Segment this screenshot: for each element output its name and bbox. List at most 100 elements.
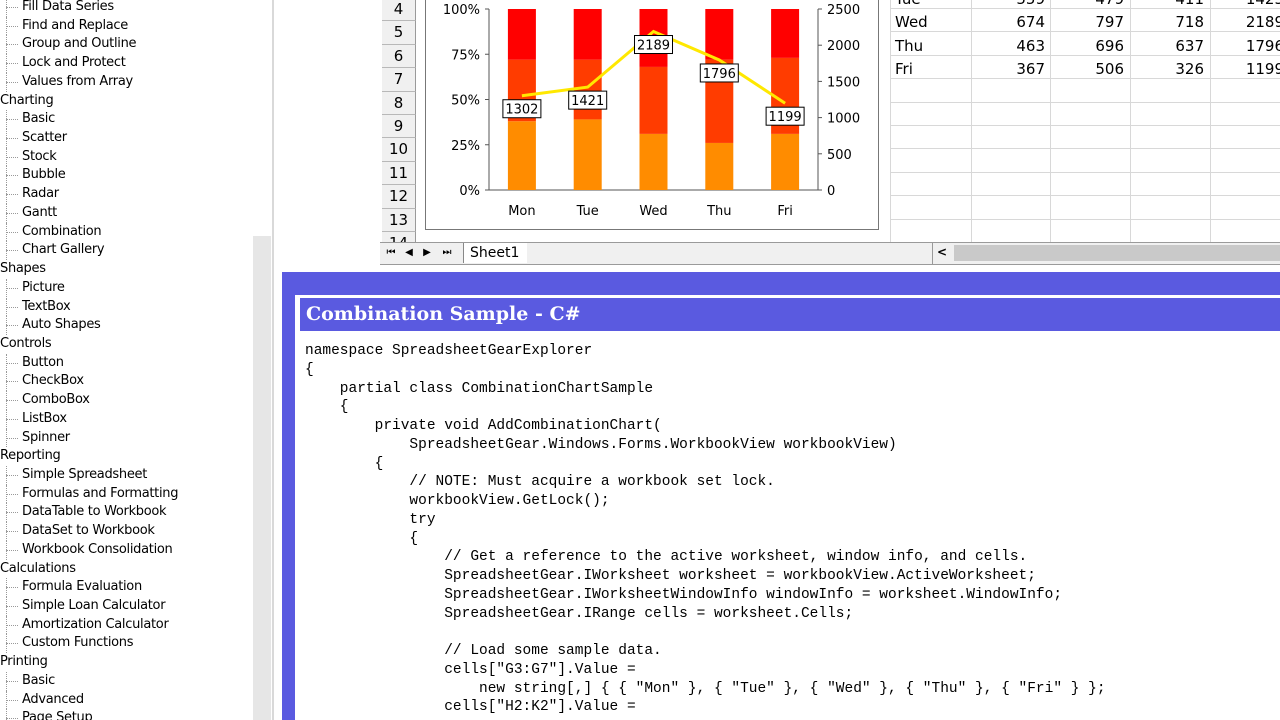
tree-item[interactable]: DataTable to Workbook bbox=[6, 503, 167, 522]
value-cell[interactable]: 637 bbox=[1134, 35, 1204, 57]
tree-item[interactable]: Basic bbox=[6, 110, 55, 129]
tree-item[interactable]: TextBox bbox=[6, 297, 71, 317]
value-cell[interactable]: 696 bbox=[1054, 35, 1124, 57]
tree-item[interactable]: DataSet to Workbook bbox=[6, 522, 155, 541]
grid-line bbox=[1210, 0, 1211, 242]
scroll-left-button[interactable]: < bbox=[937, 245, 947, 259]
code-line: new string[,] { { "Mon" }, { "Tue" }, { … bbox=[305, 680, 1106, 697]
tree-item[interactable]: Gantt bbox=[6, 203, 57, 223]
code-line: SpreadsheetGear.IWorksheet worksheet = w… bbox=[305, 568, 1036, 584]
tree-item[interactable]: Spinner bbox=[6, 428, 70, 448]
row-header[interactable]: 4 bbox=[382, 0, 416, 22]
tree-category[interactable]: Reporting bbox=[0, 447, 61, 466]
chart-canvas: 0% 25% 50% 75% 100% 0 500 1000 1500 2000 2500 Mon Tu… bbox=[443, 3, 860, 219]
bar-segment bbox=[705, 142, 734, 190]
tree-item[interactable]: ComboBox bbox=[6, 391, 90, 410]
row-header[interactable]: 10 bbox=[382, 138, 416, 162]
value-cell[interactable]: 1796 bbox=[1214, 35, 1280, 57]
row-header[interactable]: 9 bbox=[382, 115, 416, 139]
tree-item[interactable]: Lock and Protect bbox=[6, 54, 126, 73]
tree-item[interactable]: Formula Evaluation bbox=[6, 578, 142, 597]
tree-item[interactable]: Auto Shapes bbox=[6, 316, 101, 335]
y-tick-label-left: 100% bbox=[443, 3, 480, 18]
tree-category[interactable]: Calculations bbox=[0, 560, 76, 579]
x-tick-label: Thu bbox=[706, 204, 731, 219]
day-cell[interactable]: Tue bbox=[895, 0, 921, 10]
tree-category[interactable]: Controls bbox=[0, 335, 52, 354]
value-cell[interactable]: 367 bbox=[975, 58, 1045, 80]
day-cell[interactable]: Fri bbox=[895, 58, 913, 80]
first-sheet-button[interactable]: ⏮ bbox=[384, 245, 398, 261]
row-header[interactable]: 6 bbox=[382, 44, 416, 69]
bar-segment bbox=[573, 119, 602, 190]
tab-splitter[interactable] bbox=[932, 243, 933, 264]
row-header[interactable]: 13 bbox=[382, 208, 416, 232]
tree-item[interactable]: Values from Array bbox=[6, 72, 133, 92]
row-header[interactable]: 5 bbox=[382, 21, 416, 45]
tree-item[interactable]: Stock bbox=[6, 147, 57, 167]
value-cell[interactable]: 1425 bbox=[1214, 0, 1280, 10]
tree-item[interactable]: Combination bbox=[6, 222, 102, 242]
grid-line bbox=[1050, 0, 1051, 242]
last-sheet-button[interactable]: ⏭ bbox=[440, 245, 454, 261]
tree-item[interactable]: Chart Gallery bbox=[6, 241, 105, 260]
row-header[interactable]: 11 bbox=[382, 161, 416, 186]
tree-item[interactable]: Radar bbox=[6, 185, 59, 204]
tree-item[interactable]: Group and Outline bbox=[6, 35, 137, 54]
tree-scrollbar[interactable] bbox=[253, 236, 271, 720]
next-sheet-button[interactable]: ▶ bbox=[420, 245, 434, 261]
tree-item[interactable]: Picture bbox=[6, 278, 65, 298]
data-label: 1796 bbox=[703, 67, 736, 82]
tree-item[interactable]: Simple Spreadsheet bbox=[6, 466, 147, 485]
tree-category[interactable]: Charting bbox=[0, 92, 54, 111]
tree-item[interactable]: Scatter bbox=[6, 129, 67, 148]
row-header[interactable]: 12 bbox=[382, 185, 416, 209]
tree-item[interactable]: Fill Data Series bbox=[6, 0, 114, 17]
tree-item[interactable]: Workbook Consolidation bbox=[6, 540, 173, 560]
tree-item[interactable]: Button bbox=[6, 353, 64, 373]
prev-sheet-button[interactable]: ◀ bbox=[402, 245, 416, 261]
value-cell[interactable]: 797 bbox=[1054, 11, 1124, 33]
value-cell[interactable]: 1199 bbox=[1214, 58, 1280, 80]
tree-item[interactable]: CheckBox bbox=[6, 372, 84, 391]
code-title: Combination Sample - C# bbox=[300, 298, 1280, 331]
tree-item[interactable]: Page Setup bbox=[6, 709, 93, 720]
tree-item[interactable]: Advanced bbox=[6, 690, 84, 710]
value-cell[interactable]: 674 bbox=[975, 11, 1045, 33]
value-cell[interactable]: 506 bbox=[1054, 58, 1124, 80]
day-cell[interactable]: Thu bbox=[895, 35, 923, 57]
tree-item[interactable]: Custom Functions bbox=[6, 634, 134, 653]
bar-segment bbox=[639, 66, 668, 134]
tree-category[interactable]: Shapes bbox=[0, 260, 46, 279]
splitter[interactable] bbox=[272, 0, 274, 720]
tree-item[interactable]: Basic bbox=[6, 671, 55, 691]
value-cell[interactable]: 2189 bbox=[1214, 11, 1280, 33]
bar-segment bbox=[771, 9, 800, 58]
value-cell[interactable]: 479 bbox=[1054, 0, 1124, 10]
row-header[interactable]: 8 bbox=[382, 91, 416, 115]
value-cell[interactable]: 559 bbox=[975, 0, 1045, 10]
tree-item[interactable]: Formulas and Formatting bbox=[6, 484, 178, 504]
tree-item[interactable]: Find and Replace bbox=[6, 16, 128, 36]
code-line: // Get a reference to the active workshe… bbox=[305, 549, 1028, 566]
tree-item[interactable]: ListBox bbox=[6, 409, 67, 429]
day-cell[interactable]: Wed bbox=[895, 11, 928, 33]
bar-segment bbox=[507, 9, 536, 60]
code-line: SpreadsheetGear.IWorksheetWindowInfo win… bbox=[305, 586, 1063, 603]
code-listing: namespace SpreadsheetGearExplorer { parti… bbox=[305, 342, 1106, 717]
horizontal-scrollbar[interactable] bbox=[954, 245, 1280, 261]
grid-line bbox=[971, 0, 972, 242]
row-header[interactable]: 7 bbox=[382, 68, 416, 92]
value-cell[interactable]: 718 bbox=[1134, 11, 1204, 33]
code-line: workbookView.GetLock(); bbox=[305, 493, 610, 509]
tree-item[interactable]: Amortization Calculator bbox=[6, 615, 169, 635]
sheet-tab[interactable]: Sheet1 bbox=[463, 243, 528, 263]
grid-line bbox=[1130, 0, 1131, 242]
combination-chart[interactable]: 0% 25% 50% 75% 100% 0 500 1000 1500 2000 2500 Mon Tu… bbox=[425, 0, 879, 230]
tree-item[interactable]: Bubble bbox=[6, 166, 66, 185]
tree-category[interactable]: Printing bbox=[0, 653, 48, 672]
value-cell[interactable]: 326 bbox=[1134, 58, 1204, 80]
value-cell[interactable]: 411 bbox=[1134, 0, 1204, 10]
tree-item[interactable]: Simple Loan Calculator bbox=[6, 597, 166, 616]
value-cell[interactable]: 463 bbox=[975, 35, 1045, 57]
